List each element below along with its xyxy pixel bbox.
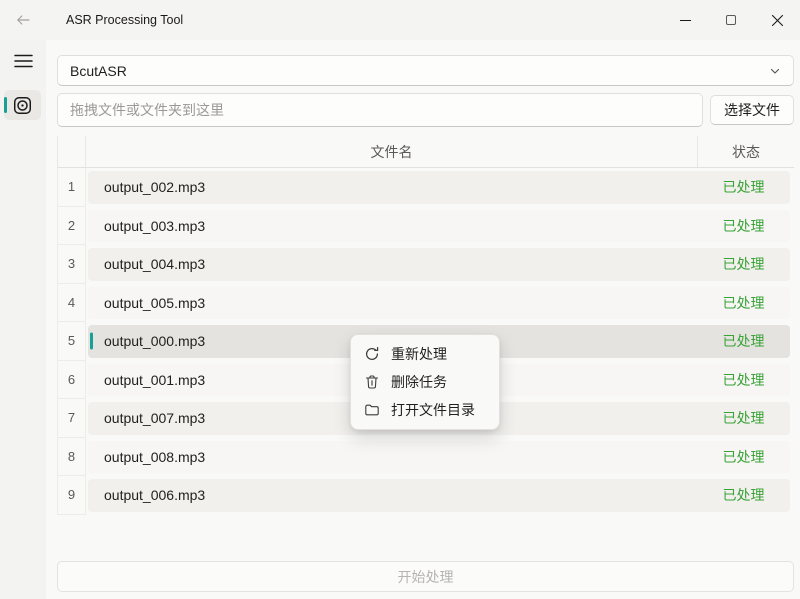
row-status-badge: 已处理 [697,216,790,236]
menu-item-open-directory[interactable]: 打开文件目录 [351,396,499,424]
row-status-badge: 已处理 [697,447,790,467]
window-title: ASR Processing Tool [66,13,183,27]
titlebar: ASR Processing Tool [0,0,800,40]
sidebar-selected-accent [4,97,7,113]
close-icon [771,14,784,27]
header-index [58,136,86,167]
header-filename: 文件名 [86,136,697,167]
row-status-badge: 已处理 [697,177,790,197]
engine-select[interactable]: BcutASR [57,55,794,86]
table-header: 文件名 状态 [57,136,794,168]
row-filename: output_002.mp3 [104,179,697,195]
row-status-badge: 已处理 [697,408,790,428]
menu-item-label: 打开文件目录 [391,400,475,420]
header-status: 状态 [697,136,794,167]
hamburger-icon [14,53,33,69]
minimize-icon [680,20,691,21]
row-filename: output_003.mp3 [104,218,697,234]
row-filename: output_005.mp3 [104,295,697,311]
table-row[interactable]: 1 output_002.mp3 已处理 [57,168,794,207]
menu-item-label: 重新处理 [391,344,447,364]
select-file-button[interactable]: 选择文件 [710,95,794,125]
refresh-icon [364,346,380,362]
file-drop-input[interactable]: 拖拽文件或文件夹到这里 [57,93,703,127]
close-button[interactable] [754,0,800,40]
row-index: 4 [58,284,86,323]
row-index: 1 [58,168,86,207]
row-context-menu: 重新处理 删除任务 打开文件目录 [350,334,500,430]
start-processing-button[interactable]: 开始处理 [57,561,794,592]
minimize-button[interactable] [662,0,708,40]
table-row[interactable]: 9 output_006.mp3 已处理 [57,476,794,515]
sidebar [0,40,46,599]
table-row[interactable]: 3 output_004.mp3 已处理 [57,245,794,284]
row-index: 8 [58,438,86,477]
menu-item-delete[interactable]: 删除任务 [351,368,499,396]
selected-row-accent [90,333,93,350]
menu-item-label: 删除任务 [391,372,447,392]
maximize-icon [726,15,736,25]
row-body: output_003.mp3 已处理 [88,210,790,243]
row-filename: output_006.mp3 [104,487,697,503]
file-drop-placeholder: 拖拽文件或文件夹到这里 [70,100,224,120]
row-body: output_006.mp3 已处理 [88,479,790,512]
row-filename: output_004.mp3 [104,256,697,272]
window-controls [662,0,800,40]
row-status-badge: 已处理 [697,485,790,505]
row-status-badge: 已处理 [697,254,790,274]
menu-item-reprocess[interactable]: 重新处理 [351,340,499,368]
row-index: 7 [58,399,86,438]
row-status-badge: 已处理 [697,331,790,351]
row-body: output_008.mp3 已处理 [88,441,790,474]
row-index: 3 [58,245,86,284]
empty-space [57,515,794,562]
row-index: 2 [58,207,86,246]
back-arrow-icon [15,12,31,28]
engine-select-value: BcutASR [70,63,127,79]
file-input-row: 拖拽文件或文件夹到这里 选择文件 [57,93,794,127]
row-filename: output_008.mp3 [104,449,697,465]
row-status-badge: 已处理 [697,293,790,313]
row-body: output_002.mp3 已处理 [88,171,790,204]
row-index: 6 [58,361,86,400]
table-row[interactable]: 2 output_003.mp3 已处理 [57,207,794,246]
maximize-button[interactable] [708,0,754,40]
row-index: 5 [58,322,86,361]
main-panel: BcutASR 拖拽文件或文件夹到这里 选择文件 文件名 状态 1 output… [46,40,800,599]
folder-icon [364,402,380,418]
row-body: output_005.mp3 已处理 [88,287,790,320]
chevron-down-icon [769,65,781,77]
row-body: output_004.mp3 已处理 [88,248,790,281]
row-index: 9 [58,476,86,515]
trash-icon [364,374,380,390]
table-row[interactable]: 8 output_008.mp3 已处理 [57,438,794,477]
nav-menu-button[interactable] [8,48,38,74]
sidebar-item-asr[interactable] [4,90,41,120]
row-status-badge: 已处理 [697,370,790,390]
record-icon [12,95,33,116]
table-row[interactable]: 4 output_005.mp3 已处理 [57,284,794,323]
back-button[interactable] [8,5,38,35]
file-table: 文件名 状态 1 output_002.mp3 已处理 2 output_003… [57,136,794,515]
